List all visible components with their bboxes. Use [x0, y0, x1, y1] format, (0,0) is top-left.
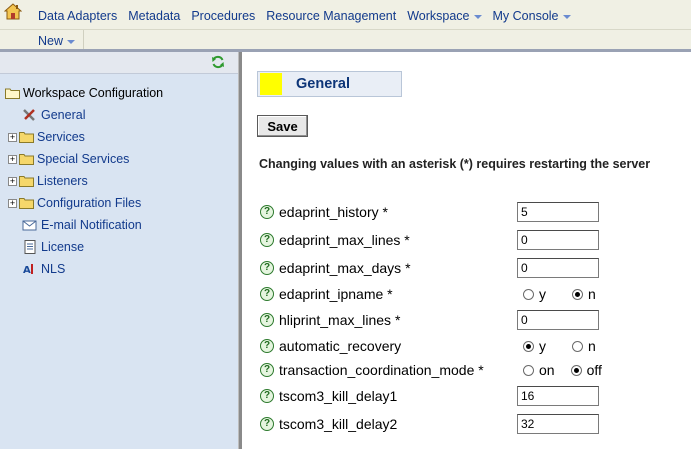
property-label: edaprint_max_days *	[279, 260, 411, 276]
refresh-icon[interactable]	[211, 55, 225, 69]
sidebar-item-email-notification[interactable]: E-mail Notification	[22, 214, 142, 236]
chevron-down-icon	[67, 40, 76, 44]
title-color-swatch	[260, 73, 282, 95]
folder-icon	[19, 132, 34, 143]
help-icon[interactable]: ?	[260, 417, 274, 431]
menu-data-adapters[interactable]: Data Adapters	[38, 9, 117, 23]
menu-workspace[interactable]: Workspace	[407, 9, 482, 23]
transaction-coordination-off-option[interactable]: off	[570, 362, 602, 378]
help-icon[interactable]: ?	[260, 233, 274, 247]
help-icon[interactable]: ?	[260, 313, 274, 327]
save-button[interactable]: Save	[257, 115, 308, 137]
automatic-recovery-y-option[interactable]: y	[523, 338, 546, 354]
folder-icon	[19, 154, 34, 165]
property-label: tscom3_kill_delay2	[279, 416, 398, 432]
property-label: edaprint_max_lines *	[279, 232, 410, 248]
radio-button[interactable]	[572, 340, 583, 352]
email-icon	[22, 220, 37, 231]
tscom3-kill-delay1-input[interactable]	[517, 386, 599, 406]
sidebar-item-listeners[interactable]: + Listeners	[8, 170, 88, 192]
help-icon[interactable]: ?	[260, 389, 274, 403]
property-label: automatic_recovery	[279, 338, 402, 354]
radio-button[interactable]	[523, 364, 534, 376]
page-title: General	[296, 76, 350, 92]
help-icon[interactable]: ?	[260, 363, 274, 377]
sidebar-item-special-services[interactable]: + Special Services	[8, 148, 129, 170]
folder-icon	[19, 176, 34, 187]
radio-button[interactable]	[523, 288, 534, 300]
radio-button-selected[interactable]	[523, 340, 534, 352]
edaprint-max-days-input[interactable]	[517, 258, 599, 278]
edaprint-ipname-n-option[interactable]: n	[572, 286, 596, 302]
property-row: ? hliprint_max_lines *	[260, 309, 680, 331]
document-icon	[24, 240, 36, 254]
radio-button-selected[interactable]	[572, 288, 583, 300]
page-title-box: General	[257, 71, 402, 97]
property-label: edaprint_history *	[279, 204, 388, 220]
sidebar-header	[0, 52, 238, 74]
tools-icon	[23, 109, 35, 121]
edaprint-ipname-y-option[interactable]: y	[523, 286, 546, 302]
menu-procedures[interactable]: Procedures	[191, 9, 255, 23]
automatic-recovery-n-option[interactable]: n	[572, 338, 596, 354]
tree-root-workspace-configuration[interactable]: Workspace Configuration	[5, 82, 163, 104]
expand-icon[interactable]: +	[8, 154, 17, 164]
transaction-coordination-on-option[interactable]: on	[523, 362, 555, 378]
property-row: ? edaprint_ipname * y n	[260, 283, 680, 305]
main-menu: Data Adapters Metadata Procedures Resour…	[38, 9, 582, 23]
property-row: ? transaction_coordination_mode * on off	[260, 359, 680, 381]
sidebar-item-nls[interactable]: A NLS	[22, 258, 65, 280]
expand-icon[interactable]: +	[8, 132, 17, 142]
hliprint-max-lines-input[interactable]	[517, 310, 599, 330]
help-icon[interactable]: ?	[260, 287, 274, 301]
menu-resource-management[interactable]: Resource Management	[266, 9, 396, 23]
restart-notice: Changing values with an asterisk (*) req…	[259, 157, 651, 171]
sidebar-item-license[interactable]: License	[22, 236, 84, 258]
property-row: ? tscom3_kill_delay1	[260, 385, 680, 407]
radio-button-selected[interactable]	[570, 364, 582, 376]
property-label: transaction_coordination_mode *	[279, 362, 484, 378]
edaprint-history-input[interactable]	[517, 202, 599, 222]
sidebar-item-services[interactable]: + Services	[8, 126, 85, 148]
expand-icon[interactable]: +	[8, 198, 17, 208]
chevron-down-icon	[562, 15, 571, 19]
property-row: ? tscom3_kill_delay2	[260, 413, 680, 435]
sidebar: Workspace Configuration General + Servic…	[0, 52, 238, 449]
property-row: ? automatic_recovery y n	[260, 335, 680, 357]
tscom3-kill-delay2-input[interactable]	[517, 414, 599, 434]
language-icon: A	[23, 264, 33, 276]
secondary-toolbar: New	[0, 30, 691, 52]
property-row: ? edaprint_max_days *	[260, 257, 680, 279]
sidebar-item-general[interactable]: General	[22, 104, 85, 126]
help-icon[interactable]: ?	[260, 205, 274, 219]
property-label: tscom3_kill_delay1	[279, 388, 398, 404]
new-menu-button[interactable]: New	[30, 30, 85, 49]
property-label: edaprint_ipname *	[279, 286, 393, 302]
property-row: ? edaprint_history *	[260, 201, 680, 223]
top-menu-bar: Data Adapters Metadata Procedures Resour…	[0, 0, 691, 30]
sidebar-item-configuration-files[interactable]: + Configuration Files	[8, 192, 141, 214]
main-content: General Save Changing values with an ast…	[242, 52, 691, 449]
property-row: ? edaprint_max_lines *	[260, 229, 680, 251]
help-icon[interactable]: ?	[260, 261, 274, 275]
svg-text:A: A	[23, 265, 31, 276]
edaprint-max-lines-input[interactable]	[517, 230, 599, 250]
help-icon[interactable]: ?	[260, 339, 274, 353]
chevron-down-icon	[473, 15, 482, 19]
folder-open-icon	[5, 88, 20, 99]
expand-icon[interactable]: +	[8, 176, 17, 186]
home-icon[interactable]	[4, 3, 22, 21]
menu-my-console[interactable]: My Console	[493, 9, 571, 23]
property-label: hliprint_max_lines *	[279, 312, 401, 328]
folder-icon	[19, 198, 34, 209]
menu-metadata[interactable]: Metadata	[128, 9, 180, 23]
